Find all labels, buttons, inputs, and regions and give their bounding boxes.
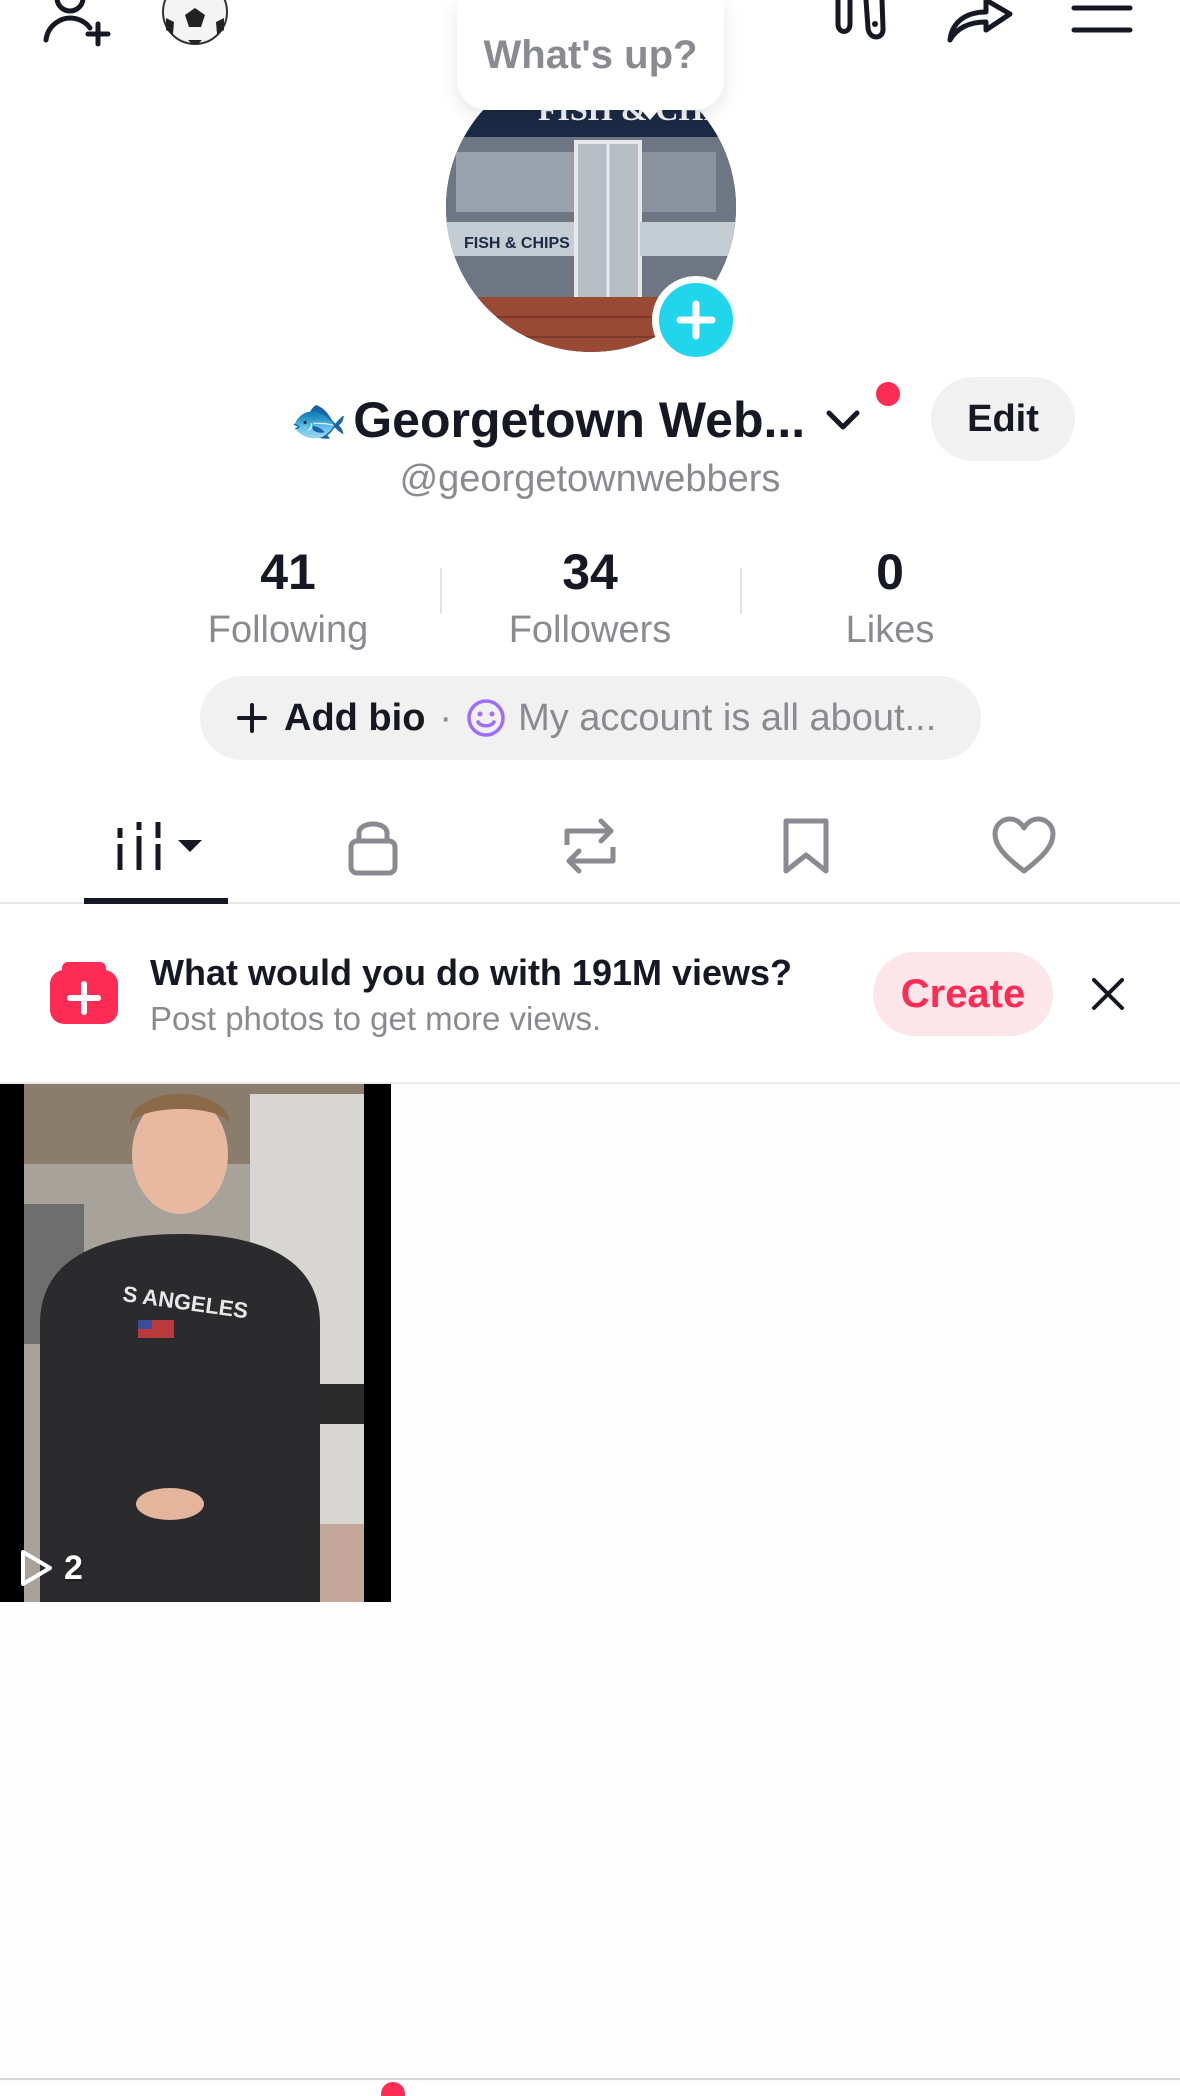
tab-liked[interactable]: [984, 806, 1064, 886]
window-text: FISH & CHIPS: [464, 235, 570, 252]
videos-grid-icon: [117, 822, 202, 870]
stat-label: Followers: [508, 609, 672, 651]
smiley-icon: [467, 699, 505, 737]
bottom-nav-notification-dot: [381, 2082, 405, 2096]
status-bubble-text: What's up?: [483, 32, 698, 77]
stat-following[interactable]: 41 Following: [168, 540, 408, 656]
profile-handle: @georgetownwebbers: [399, 458, 781, 500]
stat-value: 41: [260, 544, 316, 600]
add-bio-button[interactable]: Add bio · My account is all about...: [200, 676, 981, 760]
tab-favorites[interactable]: [766, 806, 846, 886]
bio-separator: ·: [439, 696, 453, 739]
plus-icon: [676, 300, 716, 340]
person-plus-icon[interactable]: [40, 0, 116, 48]
video-view-count: 2: [18, 1548, 83, 1588]
promo-subtitle: Post photos to get more views.: [150, 1000, 602, 1037]
edit-profile-button[interactable]: Edit: [931, 377, 1075, 461]
stat-divider: [440, 568, 442, 614]
create-button[interactable]: Create: [873, 952, 1053, 1036]
fish-emoji: 🐟: [290, 393, 348, 446]
stat-label: Following: [207, 609, 369, 651]
repost-icon: [564, 818, 616, 874]
video-thumbnail[interactable]: S ANGELES: [0, 1084, 391, 1602]
play-icon: [21, 1550, 52, 1586]
tab-reposts[interactable]: [550, 806, 630, 886]
plus-icon: [237, 703, 267, 733]
stat-likes[interactable]: 0 Likes: [770, 540, 1010, 656]
add-bio-label: Add bio: [284, 696, 426, 739]
chevron-down-icon[interactable]: [823, 405, 863, 435]
soccer-ball-icon[interactable]: [160, 0, 230, 48]
stat-value: 0: [876, 544, 904, 600]
stat-label: Likes: [845, 609, 935, 651]
notification-dot: [876, 382, 900, 406]
view-count-text: 2: [64, 1548, 83, 1587]
profile-name-row[interactable]: 🐟 Georgetown Web...: [290, 380, 863, 460]
create-post-icon: [50, 962, 118, 1024]
heart-icon: [992, 816, 1056, 874]
promo-banner: What would you do with 191M views? Post …: [0, 904, 1180, 1084]
status-bubble[interactable]: What's up?: [457, 0, 724, 110]
promo-title: What would you do with 191M views?: [150, 952, 793, 993]
tab-private[interactable]: [333, 806, 413, 886]
bio-hint: My account is all about...: [518, 696, 937, 739]
bubble-tail: [636, 104, 664, 120]
share-arrow-icon[interactable]: [944, 0, 1016, 48]
hamburger-menu-icon[interactable]: [1070, 0, 1134, 48]
stat-divider: [740, 568, 742, 614]
footprints-icon[interactable]: [828, 0, 894, 48]
tab-videos[interactable]: [110, 806, 210, 886]
stat-followers[interactable]: 34 Followers: [470, 540, 710, 656]
profile-tabs: [0, 790, 1180, 904]
profile-name: Georgetown Web...: [353, 392, 806, 448]
bookmark-icon: [783, 818, 829, 874]
add-avatar-button[interactable]: [652, 276, 740, 364]
bottom-nav-divider: [0, 2078, 1180, 2080]
lock-icon: [348, 821, 398, 876]
close-icon[interactable]: [1088, 974, 1128, 1014]
stat-value: 34: [562, 544, 618, 600]
